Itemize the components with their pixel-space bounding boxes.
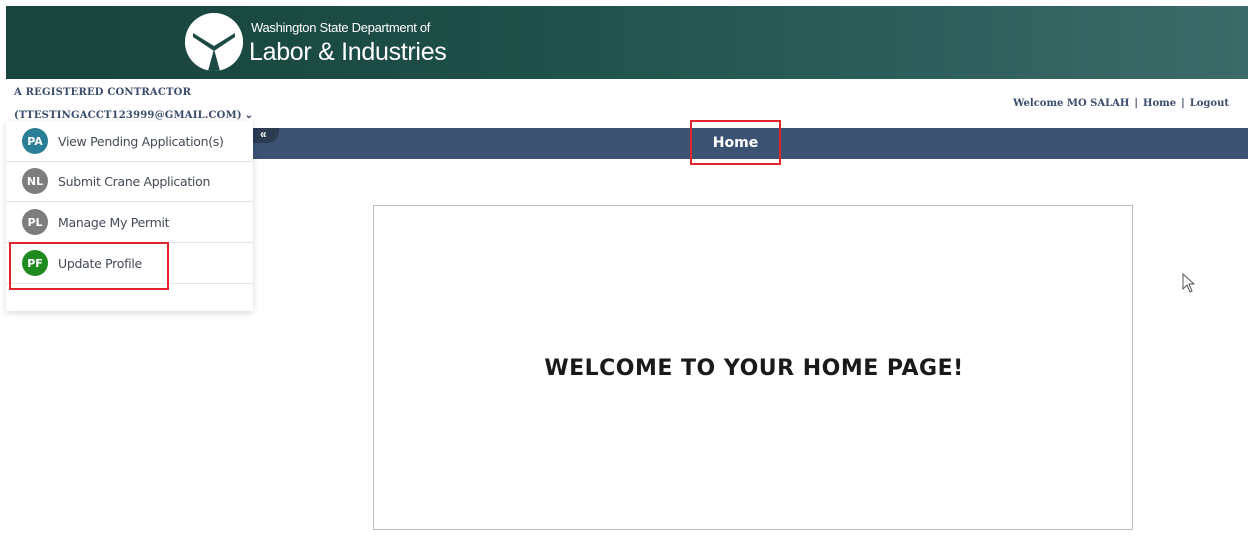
menu-item-label: Manage My Permit — [58, 214, 170, 230]
agency-name: Labor & Industries — [249, 38, 447, 66]
menu-item-manage-my-permit[interactable]: PL Manage My Permit — [6, 202, 253, 243]
agency-logo-icon[interactable] — [185, 13, 243, 71]
page-title: Home — [690, 120, 781, 165]
link-separator: | — [1181, 98, 1185, 109]
top-links: Welcome MO SALAH | Home | Logout — [1013, 98, 1229, 109]
mouse-cursor-icon — [1182, 273, 1196, 293]
home-content-panel: WELCOME TO YOUR HOME PAGE! — [373, 205, 1133, 530]
account-type: A REGISTERED CONTRACTOR — [14, 87, 192, 98]
page: Washington State Department of Labor & I… — [0, 0, 1248, 537]
welcome-user: Welcome MO SALAH — [1013, 98, 1130, 109]
update-profile-highlight — [9, 242, 169, 290]
agency-name-small: Washington State Department of — [251, 20, 431, 35]
menu-item-view-pending-applications[interactable]: PA View Pending Application(s) — [6, 121, 253, 162]
pl-badge-icon: PL — [22, 209, 48, 235]
pa-badge-icon: PA — [22, 128, 48, 154]
header-banner: Washington State Department of Labor & I… — [6, 6, 1248, 79]
nl-badge-icon: NL — [22, 168, 48, 194]
account-menu-toggle[interactable]: (TTESTINGACCT123999@GMAIL.COM) ⌄ — [14, 110, 253, 121]
account-email: (TTESTINGACCT123999@GMAIL.COM) — [14, 110, 242, 121]
link-separator: | — [1134, 98, 1139, 109]
home-link[interactable]: Home — [1143, 98, 1176, 109]
menu-item-submit-crane-application[interactable]: NL Submit Crane Application — [6, 161, 253, 202]
chevron-down-icon: ⌄ — [244, 110, 254, 121]
menu-item-label: View Pending Application(s) — [58, 133, 224, 149]
logout-link[interactable]: Logout — [1190, 98, 1229, 109]
welcome-heading: WELCOME TO YOUR HOME PAGE! — [544, 356, 964, 381]
menu-item-label: Submit Crane Application — [58, 173, 211, 189]
